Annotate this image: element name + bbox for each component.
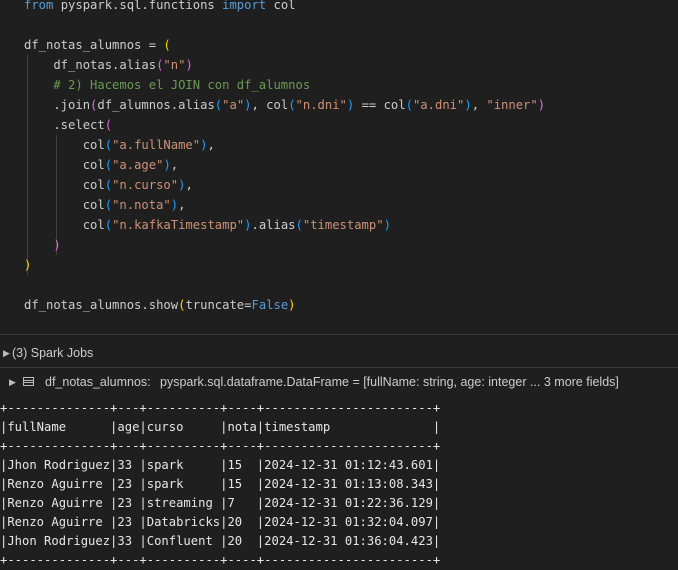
dataframe-schema-toggle[interactable]: ▶ df_notas_alumnos: pyspark.sql.datafram… (0, 371, 678, 393)
code-token: "n.dni" (295, 98, 347, 112)
code-token: col (273, 0, 296, 12)
code-token: ( (104, 218, 113, 232)
table-icon (23, 377, 34, 386)
code-token: ) (163, 158, 171, 172)
code-line: col("n.kafkaTimestamp").alias("timestamp… (24, 215, 391, 235)
code-line: df_notas_alumnos.show(truncate=False) (24, 295, 296, 315)
code-token: , col (251, 98, 289, 112)
code-line: col("n.nota"), (24, 195, 186, 215)
code-token: "a.fullName" (112, 138, 201, 152)
code-token: df_notas_alumnos.show (24, 298, 179, 312)
code-token: truncate (185, 298, 245, 312)
output-line: +--------------+---+----------+----+----… (0, 439, 441, 453)
code-token: .join (24, 98, 91, 112)
code-token: ( (104, 158, 113, 172)
code-token: df_notas_alumnos = (24, 38, 164, 52)
code-token: "n.curso" (112, 178, 179, 192)
output-line: |Renzo Aguirre |23 |streaming |7 |2024-1… (0, 496, 441, 510)
code-line: ) (24, 255, 31, 275)
code-token: "a.dni" (412, 98, 465, 112)
code-token: .alias (251, 218, 296, 232)
code-line: .join(df_alumnos.alias("a"), col("n.dni"… (24, 95, 545, 115)
cell-divider (0, 334, 678, 335)
code-token: ) (244, 98, 252, 112)
code-line: col("a.fullName"), (24, 135, 215, 155)
code-token: ) (170, 198, 179, 212)
code-line: ) (24, 235, 61, 255)
code-token: ( (405, 98, 413, 112)
output-line: +--------------+---+----------+----+----… (0, 401, 441, 415)
spark-jobs-label[interactable]: (3) Spark Jobs (12, 341, 93, 365)
code-token: "a" (222, 98, 245, 112)
output-divider (0, 367, 678, 368)
chevron-right-icon[interactable]: ▶ (3, 341, 10, 365)
code-line: from pyspark.sql.functions import col (24, 0, 296, 15)
code-token: # 2) Hacemos el JOIN con df_alumnos (24, 78, 311, 92)
code-token: False (251, 298, 289, 312)
code-token: col (24, 198, 105, 212)
code-token: df_notas.alias (24, 58, 157, 72)
code-line: col("n.curso"), (24, 175, 193, 195)
code-token: "inner" (486, 98, 538, 112)
code-token: ( (104, 138, 113, 152)
output-line: |Jhon Rodriguez|33 |Confluent |20 |2024-… (0, 534, 441, 548)
code-token: , (170, 158, 179, 172)
code-token: ( (295, 218, 303, 232)
code-token: ) (464, 98, 472, 112)
spark-jobs-toggle[interactable]: ▶ (3) Spark Jobs (0, 341, 678, 365)
chevron-right-icon[interactable]: ▶ (9, 371, 16, 393)
code-line: col("a.age"), (24, 155, 178, 175)
output-line: |Jhon Rodriguez|33 |spark |15 |2024-12-3… (0, 458, 441, 472)
code-token: ) (288, 298, 296, 312)
code-token: col (24, 138, 105, 152)
code-token: == col (354, 98, 406, 112)
code-token: import (222, 0, 274, 12)
dataframe-type: pyspark.sql.dataframe.DataFrame = [fullN… (160, 375, 619, 389)
code-token: ) (53, 238, 61, 252)
output-line: |Renzo Aguirre |23 |spark |15 |2024-12-3… (0, 477, 441, 491)
code-line: df_notas.alias("n") (24, 55, 193, 75)
code-token: , (207, 138, 215, 152)
code-line: # 2) Hacemos el JOIN con df_alumnos (24, 75, 310, 95)
code-token: "a.age" (112, 158, 164, 172)
code-token: .select (24, 118, 105, 132)
code-token: "n.kafkaTimestamp" (112, 218, 245, 232)
code-token: ( (104, 118, 113, 132)
output-line: |fullName |age|curso |nota|timestamp | (0, 420, 441, 434)
code-token: ) (24, 258, 32, 272)
cell-output: +--------------+---+----------+----+----… (0, 399, 678, 569)
code-token: "n.nota" (112, 198, 171, 212)
output-line: |Renzo Aguirre |23 |Databricks|20 |2024-… (0, 515, 441, 529)
code-token: col (24, 158, 105, 172)
code-token: ) (185, 58, 193, 72)
code-token: df_alumnos.alias (97, 98, 215, 112)
code-token: , (471, 98, 487, 112)
code-token: ( (288, 98, 296, 112)
code-token: ( (104, 198, 113, 212)
code-token: col (24, 218, 105, 232)
code-line: .select( (24, 115, 112, 135)
code-token: , (185, 178, 193, 192)
code-token: from (24, 0, 61, 12)
code-line: df_notas_alumnos = ( (24, 35, 171, 55)
code-token: ) (537, 98, 546, 112)
code-token: col (24, 178, 105, 192)
code-token: pyspark.sql.functions (60, 0, 223, 12)
code-token: , (178, 198, 186, 212)
dataframe-name: df_notas_alumnos: (45, 375, 151, 389)
code-token: ) (383, 218, 391, 232)
code-token: "n" (163, 58, 186, 72)
code-token: ( (104, 178, 113, 192)
code-cell[interactable]: from pyspark.sql.functions import col df_… (0, 0, 678, 334)
output-line: +--------------+---+----------+----+----… (0, 553, 441, 567)
code-token: ( (163, 38, 171, 52)
code-token: "timestamp" (302, 218, 384, 232)
